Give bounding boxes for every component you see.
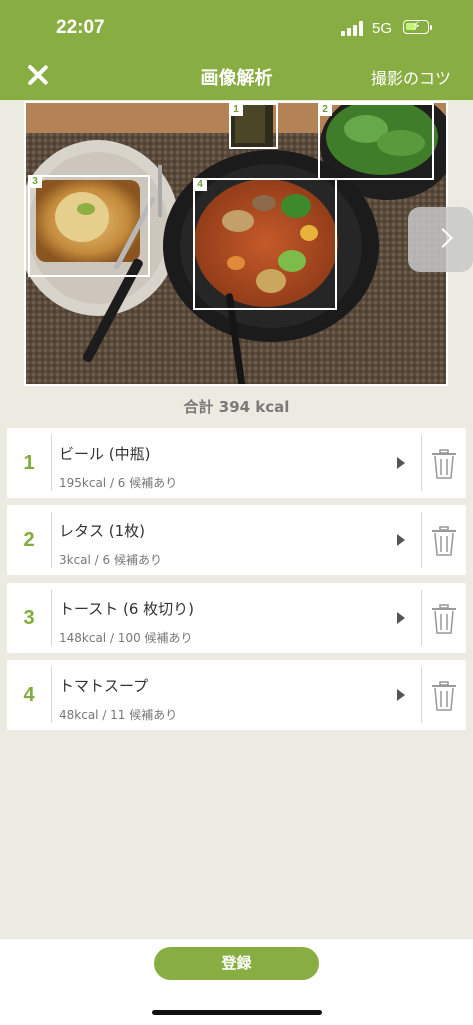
item-name: レタス (1枚) — [59, 522, 146, 540]
divider — [421, 667, 422, 723]
register-button[interactable]: 登録 — [154, 947, 319, 980]
trash-icon[interactable] — [431, 526, 457, 556]
detection-tag: 4 — [193, 178, 207, 191]
home-indicator[interactable] — [152, 1010, 322, 1015]
item-name: トマトスープ — [59, 677, 149, 695]
detection-box-3[interactable]: 3 — [28, 175, 150, 277]
item-number: 3 — [23, 607, 35, 629]
network-label: 5G — [372, 20, 393, 37]
next-photo-chevron-icon[interactable] — [408, 207, 473, 272]
chevron-right-icon[interactable] — [397, 457, 405, 469]
item-detail: 48kcal / 11 候補あり — [59, 708, 178, 722]
item-detail: 195kcal / 6 候補あり — [59, 476, 178, 490]
detection-box-4[interactable]: 4 — [193, 178, 337, 310]
item-name: ビール (中瓶) — [59, 445, 151, 463]
battery-tip — [430, 25, 432, 30]
item-detail: 148kcal / 100 候補あり — [59, 631, 193, 645]
food-item-row[interactable]: 3 トースト (6 枚切り) 148kcal / 100 候補あり — [7, 583, 466, 653]
app-header: 22:07 5G ⚡ 画像解析 撮影のコツ — [0, 0, 473, 100]
divider — [51, 512, 52, 568]
detection-tag: 3 — [28, 175, 42, 188]
food-item-row[interactable]: 2 レタス (1枚) 3kcal / 6 候補あり — [7, 505, 466, 575]
detection-tag: 1 — [229, 103, 243, 116]
signal-icon — [341, 20, 365, 36]
food-item-row[interactable]: 4 トマトスープ 48kcal / 11 候補あり — [7, 660, 466, 730]
divider — [51, 590, 52, 646]
detection-box-1[interactable]: 1 — [229, 103, 278, 149]
divider — [51, 435, 52, 491]
item-number: 4 — [23, 684, 35, 706]
battery-icon: ⚡ — [403, 19, 429, 34]
food-item-row[interactable]: 1 ビール (中瓶) 195kcal / 6 候補あり — [7, 428, 466, 498]
trash-icon[interactable] — [431, 681, 457, 711]
item-name: トースト (6 枚切り) — [59, 600, 195, 618]
detection-tag: 2 — [318, 103, 332, 116]
total-calories: 合計 394 kcal — [183, 398, 290, 416]
divider — [421, 435, 422, 491]
status-time: 22:07 — [56, 17, 105, 38]
item-number: 1 — [23, 452, 35, 474]
food-photo: 1 2 3 4 — [24, 101, 448, 386]
divider — [421, 512, 422, 568]
trash-icon[interactable] — [431, 604, 457, 634]
detection-box-2[interactable]: 2 — [318, 103, 434, 180]
shooting-tips-link[interactable]: 撮影のコツ — [371, 65, 451, 89]
trash-icon[interactable] — [431, 449, 457, 479]
item-number: 2 — [23, 529, 35, 551]
divider — [421, 590, 422, 646]
chevron-right-icon[interactable] — [397, 534, 405, 546]
item-detail: 3kcal / 6 候補あり — [59, 553, 162, 567]
divider — [51, 667, 52, 723]
chevron-right-icon[interactable] — [397, 689, 405, 701]
chevron-right-icon[interactable] — [397, 612, 405, 624]
